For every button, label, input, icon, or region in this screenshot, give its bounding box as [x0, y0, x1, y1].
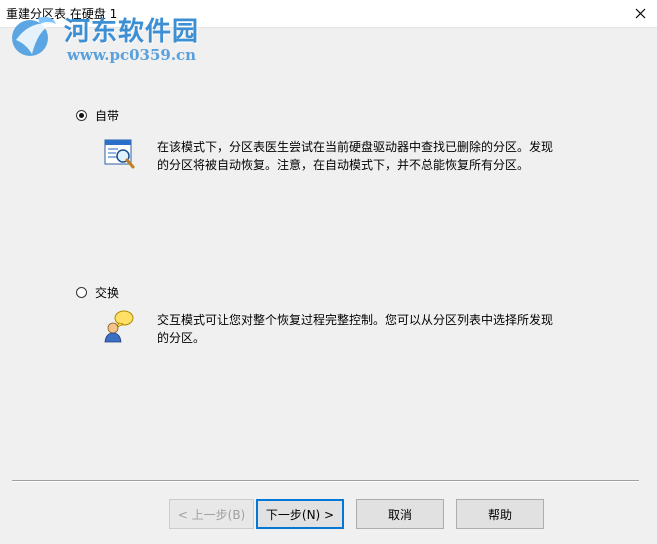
close-icon: [635, 8, 645, 19]
auto-mode-description-line1: 在该模式下，分区表医生尝试在当前硬盘驱动器中查找已删除的分区。发现: [157, 140, 554, 154]
interactive-mode-radio-option[interactable]: 交换: [76, 284, 119, 301]
auto-mode-label: 自带: [95, 109, 120, 123]
interactive-mode-radio[interactable]: [76, 287, 87, 298]
auto-mode-radio[interactable]: [76, 110, 87, 121]
user-chat-icon: [104, 310, 134, 343]
watermark-name: 河东软件园: [64, 17, 200, 47]
back-button[interactable]: < 上一步(B): [169, 499, 254, 529]
watermark-url: www.pc0359.cn: [67, 46, 197, 64]
interactive-mode-description: 交互模式可让您对整个恢复过程完整控制。您可以从分区列表中选择所发现 的分区。: [157, 311, 567, 347]
footer-separator: [12, 480, 639, 482]
auto-mode-radio-option[interactable]: 自带: [76, 107, 119, 124]
auto-mode-description: 在该模式下，分区表医生尝试在当前硬盘驱动器中查找已删除的分区。发现 的分区将被自…: [157, 138, 567, 174]
interactive-mode-label: 交换: [95, 286, 120, 300]
magnifier-window-icon: [104, 139, 135, 169]
next-button[interactable]: 下一步(N) >: [256, 499, 344, 529]
interactive-mode-description-line1: 交互模式可让您对整个恢复过程完整控制。您可以从分区列表中选择所发现: [157, 313, 554, 327]
help-button[interactable]: 帮助: [456, 499, 544, 529]
watermark-logo-icon: [12, 16, 56, 56]
auto-mode-description-line2: 的分区将被自动恢复。注意，在自动模式下，并不总能恢复所有分区。: [157, 158, 530, 172]
interactive-mode-description-line2: 的分区。: [157, 331, 206, 345]
cancel-button[interactable]: 取消: [356, 499, 444, 529]
close-button[interactable]: [623, 0, 657, 27]
